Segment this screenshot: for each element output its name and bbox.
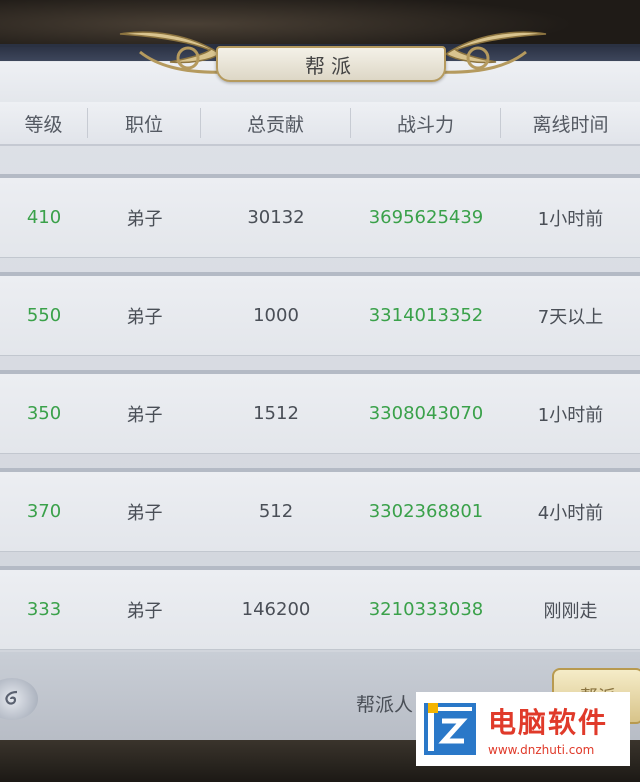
window-title: 帮派: [305, 53, 357, 78]
table-row[interactable]: 410 弟子 30132 3695625439 1小时前: [0, 174, 640, 258]
offline-cell: 1小时前: [537, 404, 604, 426]
offline-cell: 1小时前: [537, 208, 604, 230]
member-count-label: 帮派人: [356, 694, 414, 716]
power-cell: 3308043070: [368, 403, 484, 424]
header-contribution[interactable]: 总贡献: [201, 108, 351, 138]
power-cell: 3695625439: [368, 207, 484, 228]
watermark: 电脑软件 www.dnzhuti.com: [416, 692, 630, 766]
power-cell: 3302368801: [368, 501, 484, 522]
header-offline-time[interactable]: 离线时间: [501, 108, 640, 138]
title-plaque: 帮派: [216, 46, 446, 82]
position-cell: 弟子: [126, 502, 163, 524]
level-cell: 550: [26, 305, 62, 326]
offline-cell: 4小时前: [537, 502, 604, 524]
watermark-url: www.dnzhuti.com: [488, 743, 595, 757]
header-position[interactable]: 职位: [88, 108, 201, 138]
level-cell: 410: [26, 207, 62, 228]
level-cell: 370: [26, 501, 62, 522]
contribution-cell: 1512: [253, 403, 299, 424]
header-level[interactable]: 等级: [0, 108, 88, 138]
contribution-cell: 30132: [247, 207, 305, 228]
offline-cell: 刚刚走: [543, 600, 598, 622]
position-cell: 弟子: [126, 600, 163, 622]
table-header: 等级 职位 总贡献 战斗力 离线时间: [0, 102, 640, 146]
position-cell: 弟子: [126, 208, 163, 230]
contribution-cell: 1000: [253, 305, 299, 326]
power-cell: 3210333038: [368, 599, 484, 620]
position-cell: 弟子: [126, 404, 163, 426]
watermark-logo-icon: [424, 703, 476, 755]
watermark-title: 电脑软件: [488, 706, 609, 739]
table-row[interactable]: 550 弟子 1000 3314013352 7天以上: [0, 272, 640, 356]
contribution-cell: 512: [258, 501, 294, 522]
position-cell: 弟子: [126, 306, 163, 328]
table-row[interactable]: 370 弟子 512 3302368801 4小时前: [0, 468, 640, 552]
table-row[interactable]: 350 弟子 1512 3308043070 1小时前: [0, 370, 640, 454]
offline-cell: 7天以上: [537, 306, 604, 328]
contribution-cell: 146200: [241, 599, 311, 620]
level-cell: 333: [26, 599, 62, 620]
header-power[interactable]: 战斗力: [351, 108, 501, 138]
table-row[interactable]: 333 弟子 146200 3210333038 刚刚走: [0, 566, 640, 650]
level-cell: 350: [26, 403, 62, 424]
power-cell: 3314013352: [368, 305, 484, 326]
